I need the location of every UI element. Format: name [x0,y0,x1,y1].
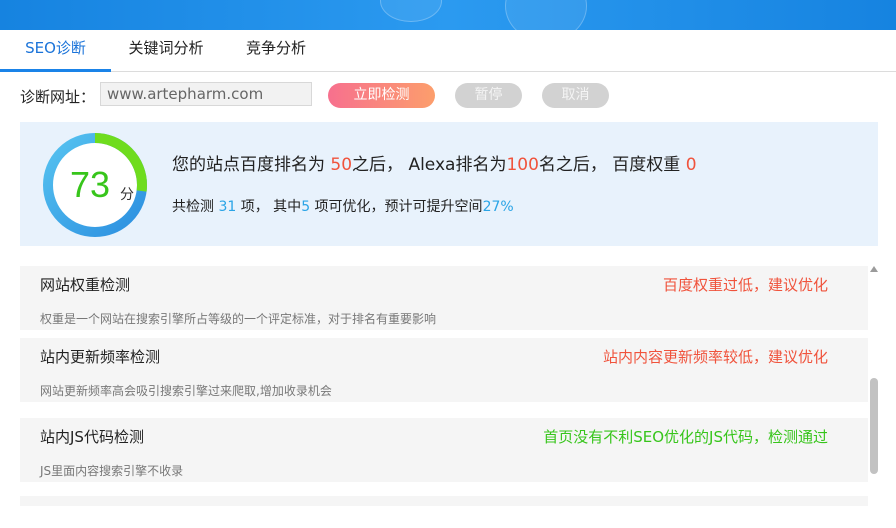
tab-competition-analysis[interactable]: 竞争分析 [221,30,331,71]
score-unit: 分 [120,187,134,203]
check-item-status: 站内内容更新频率较低，建议优化 [602,348,828,366]
check-item-update-frequency[interactable]: 站内更新频率检测 站内内容更新频率较低，建议优化 网站更新频率高会吸引搜索引擎过… [20,338,868,402]
rank-text-b: 之后， Alexa排名为 [352,155,507,175]
total-items-value: 31 [218,199,237,215]
tab-keyword-analysis[interactable]: 关键词分析 [111,30,221,71]
check-item-title: 站内更新频率检测 [40,348,161,366]
check-item-title: 站内JS代码检测 [40,428,144,446]
rank-text-a: 您的站点百度排名为 [172,155,331,175]
alexa-rank-value: 100 [506,155,539,175]
pause-button[interactable]: 暂停 [455,83,522,108]
check-item-desc: 网站更新频率高会吸引搜索引擎过来爬取,增加收录机会 [40,384,332,398]
baidu-weight-value: 0 [685,155,697,175]
check-text-b: 项， 其中 [236,199,302,215]
baidu-rank-value: 50 [330,155,353,175]
vertical-scrollbar[interactable] [868,266,880,496]
summary-panel: 73 分 您的站点百度排名为 50之后， Alexa排名为100名之后， 百度权… [20,122,878,246]
check-text-c: 项可优化，预计可提升空间 [310,199,483,215]
url-label: 诊断网址： [20,88,96,106]
tab-seo-diagnosis[interactable]: SEO诊断 [0,30,111,72]
check-text-a: 共检测 [172,199,219,215]
check-item-partial [20,496,868,506]
decorative-bubble [380,0,442,22]
scroll-up-icon[interactable] [870,266,878,272]
scroll-thumb[interactable] [870,378,878,474]
check-list: 网站权重检测 百度权重过低，建议优化 权重是一个网站在搜索引擎所占等级的一个评定… [20,266,868,528]
check-now-button[interactable]: 立即检测 [328,83,435,108]
improve-value: 27% [482,199,514,215]
check-item-js-code[interactable]: 站内JS代码检测 首页没有不利SEO优化的JS代码，检测通过 JS里面内容搜索引… [20,418,868,482]
rank-text-c: 名之后， 百度权重 [538,155,686,175]
check-item-desc: JS里面内容搜索引擎不收录 [40,464,184,478]
check-summary: 共检测 31 项， 其中5 项可优化，预计可提升空间27% [172,196,514,216]
check-item-weight[interactable]: 网站权重检测 百度权重过低，建议优化 权重是一个网站在搜索引擎所占等级的一个评定… [20,266,868,330]
title-bar [0,0,896,30]
optimizable-value: 5 [301,199,311,215]
decorative-bubble [505,0,587,30]
score-value: 73 [70,164,111,205]
check-item-title: 网站权重检测 [40,276,131,294]
check-item-status: 百度权重过低，建议优化 [662,276,828,294]
check-item-desc: 权重是一个网站在搜索引擎所占等级的一个评定标准，对于排名有重要影响 [40,312,437,326]
rank-summary: 您的站点百度排名为 50之后， Alexa排名为100名之后， 百度权重 0 [172,150,697,175]
check-item-status: 首页没有不利SEO优化的JS代码，检测通过 [543,428,828,446]
cancel-button[interactable]: 取消 [542,83,609,108]
tab-bar: SEO诊断 关键词分析 竞争分析 [0,30,896,72]
url-input[interactable] [100,82,312,106]
